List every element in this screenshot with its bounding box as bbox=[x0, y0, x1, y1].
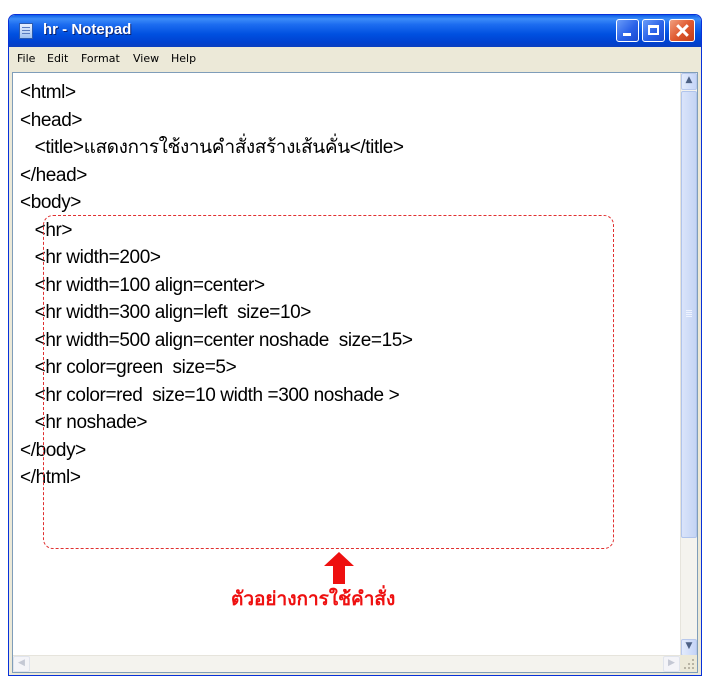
menu-file[interactable]: File bbox=[17, 52, 35, 65]
horizontal-scrollbar[interactable]: ◀ ▶ bbox=[13, 655, 680, 672]
chevron-left-icon: ◀ bbox=[18, 658, 25, 668]
menu-bar: File Edit Format View Help bbox=[12, 47, 698, 71]
highlight-box bbox=[43, 215, 614, 549]
scroll-right-button[interactable]: ▶ bbox=[663, 656, 680, 672]
resize-grip-icon[interactable] bbox=[680, 655, 697, 672]
scroll-up-button[interactable]: ▲ bbox=[681, 73, 697, 90]
menu-edit[interactable]: Edit bbox=[47, 52, 68, 65]
window-title: hr - Notepad bbox=[43, 21, 132, 38]
notepad-icon[interactable] bbox=[19, 23, 33, 39]
maximize-button[interactable] bbox=[642, 19, 665, 42]
chevron-right-icon: ▶ bbox=[668, 658, 675, 668]
code-line: </head> bbox=[20, 164, 87, 186]
menu-format[interactable]: Format bbox=[81, 52, 120, 65]
scroll-thumb[interactable] bbox=[681, 91, 697, 538]
code-line: <body> bbox=[20, 192, 81, 213]
text-editor[interactable]: <html> <head> <title>แสดงการใช้งานคำสั่ง… bbox=[12, 72, 698, 673]
code-line: <html> bbox=[20, 82, 76, 103]
scroll-down-button[interactable]: ▼ bbox=[681, 639, 697, 656]
close-button[interactable] bbox=[669, 19, 695, 42]
minimize-button[interactable] bbox=[616, 19, 639, 42]
code-line: <title>แสดงการใช้งานคำสั่งสร้างเส้นคั่น<… bbox=[20, 137, 404, 158]
menu-view[interactable]: View bbox=[133, 52, 159, 65]
arrow-up-icon bbox=[324, 552, 354, 584]
chevron-up-icon: ▲ bbox=[685, 75, 693, 85]
vertical-scrollbar[interactable]: ▲ ▼ bbox=[680, 73, 697, 656]
menu-help[interactable]: Help bbox=[171, 52, 196, 65]
annotation-label: ตัวอย่างการใช้คำสั่ง bbox=[231, 588, 396, 610]
notepad-window: hr - Notepad File Edit Format View Help … bbox=[8, 14, 702, 676]
title-bar[interactable]: hr - Notepad bbox=[9, 15, 701, 47]
scroll-left-button[interactable]: ◀ bbox=[13, 656, 30, 672]
code-line: <head> bbox=[20, 109, 83, 131]
chevron-down-icon: ▼ bbox=[685, 641, 693, 651]
